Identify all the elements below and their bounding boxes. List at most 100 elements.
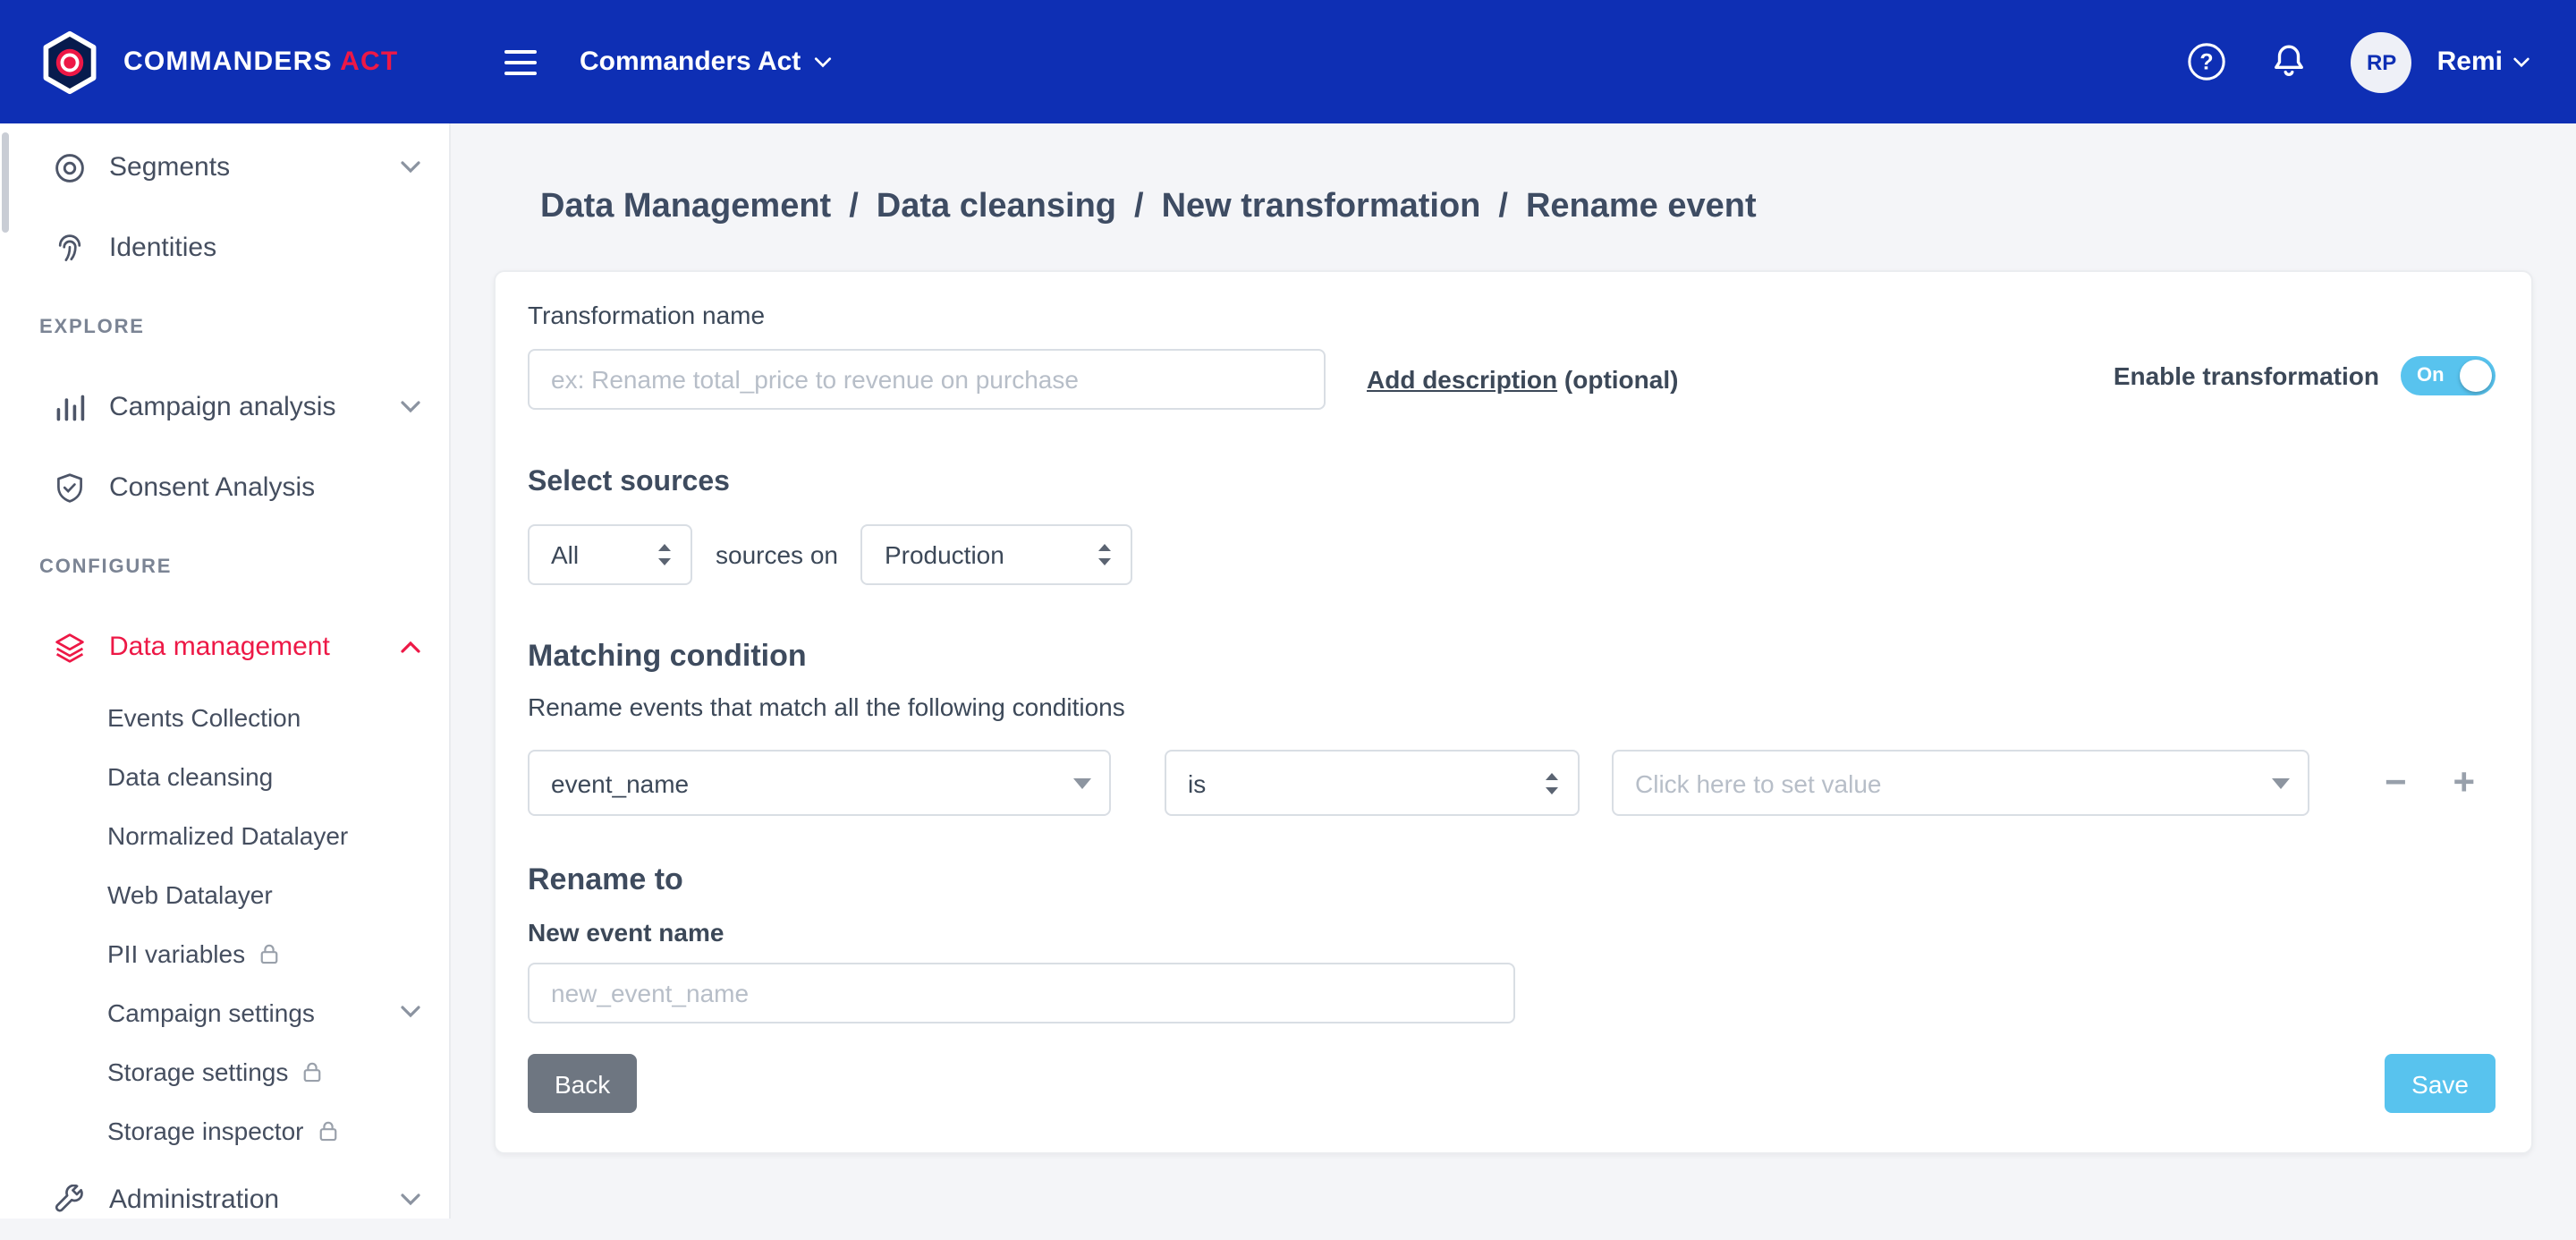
sidebar-item-campaign-analysis[interactable]: Campaign analysis <box>0 367 449 447</box>
matching-condition-heading: Matching condition <box>528 639 2496 675</box>
navbar-right: ? RP Remi <box>2187 31 2576 92</box>
sidebar-subitem-label: Web Datalayer <box>107 879 273 908</box>
user-avatar[interactable]: RP <box>2351 31 2412 92</box>
sidebar-toggle-button[interactable] <box>497 42 544 81</box>
sidebar-item-label: Data management <box>109 632 330 662</box>
sidebar-scrollbar[interactable] <box>2 132 9 233</box>
sidebar-item-label: Campaign analysis <box>109 392 335 422</box>
workspace-label: Commanders Act <box>580 47 801 77</box>
transformation-form-card: Transformation name Add description (opt… <box>494 270 2533 1154</box>
back-button[interactable]: Back <box>528 1054 637 1113</box>
wrench-icon <box>54 1184 89 1216</box>
chevron-down-icon <box>813 56 831 67</box>
sources-scope-value: All <box>551 540 579 569</box>
breadcrumb-separator: / <box>849 188 859 227</box>
sidebar-item-data-management[interactable]: Data management <box>0 607 449 687</box>
condition-row: event_name is Click here to set value − … <box>528 750 2496 816</box>
lock-icon <box>259 942 279 964</box>
breadcrumb-current-rename-event: Rename event <box>1526 188 1757 227</box>
user-menu[interactable]: Remi <box>2437 47 2529 77</box>
save-button[interactable]: Save <box>2385 1054 2496 1113</box>
main-content: Data Management / Data cleansing / New t… <box>451 123 2576 1219</box>
add-condition-button[interactable]: + <box>2453 764 2476 802</box>
sidebar-subitem-label: Normalized Datalayer <box>107 820 348 849</box>
sidebar-item-label: Segments <box>109 152 230 183</box>
sidebar-item-web-datalayer[interactable]: Web Datalayer <box>0 864 449 923</box>
lock-icon <box>318 1119 337 1141</box>
top-navbar: COMMANDERS ACT Commanders Act ? <box>0 0 2576 123</box>
sources-environment-select[interactable]: Production <box>861 524 1133 585</box>
brand-part2: ACT <box>340 47 398 77</box>
commanders-act-logo-icon <box>36 28 104 96</box>
workspace-switcher[interactable]: Commanders Act <box>580 47 831 77</box>
sidebar-subitem-label: PII variables <box>107 938 245 967</box>
new-event-name-input[interactable] <box>528 963 1515 1023</box>
chevron-up-icon <box>401 641 420 653</box>
sources-environment-value: Production <box>885 540 1004 569</box>
sources-scope-select[interactable]: All <box>528 524 692 585</box>
sources-connector-text: sources on <box>716 540 838 569</box>
chevron-down-icon <box>401 1193 420 1206</box>
sidebar-item-data-cleansing[interactable]: Data cleansing <box>0 746 449 805</box>
sidebar-subitem-label: Storage inspector <box>107 1116 303 1144</box>
condition-value-select[interactable]: Click here to set value <box>1612 750 2309 816</box>
condition-field-select[interactable]: event_name <box>528 750 1111 816</box>
name-row: Transformation name Add description (opt… <box>528 301 2496 410</box>
breadcrumb-separator: / <box>1498 188 1508 227</box>
app-root: COMMANDERS ACT Commanders Act ? <box>0 0 2576 1219</box>
bar-chart-icon <box>54 391 89 423</box>
sidebar-item-identities[interactable]: Identities <box>0 208 449 288</box>
sidebar-item-campaign-settings[interactable]: Campaign settings <box>0 982 449 1041</box>
breadcrumb: Data Management / Data cleansing / New t… <box>540 188 2576 227</box>
chevron-down-icon <box>401 161 420 174</box>
sidebar-section-explore: EXPLORE <box>0 288 449 367</box>
condition-operator-value: is <box>1188 769 1206 797</box>
notifications-bell-icon[interactable] <box>2271 43 2309 81</box>
chevron-down-icon <box>401 401 420 413</box>
shield-check-icon <box>54 471 89 504</box>
sidebar-item-label: Consent Analysis <box>109 472 315 503</box>
select-updown-icon <box>1544 770 1560 795</box>
segments-icon <box>54 151 89 183</box>
add-description-link[interactable]: Add description <box>1367 365 1557 394</box>
condition-field-value: event_name <box>551 769 689 797</box>
enable-transformation-toggle[interactable]: On <box>2401 356 2496 395</box>
sidebar-subitem-label: Storage settings <box>107 1057 288 1085</box>
sidebar-subitem-label: Events Collection <box>107 702 301 731</box>
select-updown-icon <box>657 542 673 567</box>
sidebar-item-pii-variables[interactable]: PII variables <box>0 923 449 982</box>
remove-condition-button[interactable]: − <box>2385 764 2407 802</box>
sidebar-item-administration[interactable]: Administration <box>0 1159 449 1240</box>
chevron-down-icon <box>2513 56 2529 67</box>
condition-value-placeholder: Click here to set value <box>1635 769 1881 797</box>
brand-text: COMMANDERS ACT <box>123 47 398 77</box>
brand-part1: COMMANDERS <box>123 47 333 77</box>
sidebar-subitem-label: Data cleansing <box>107 761 273 790</box>
select-updown-icon <box>1097 542 1114 567</box>
add-description: Add description (optional) <box>1367 365 1678 394</box>
rename-to-heading: Rename to <box>528 862 2496 898</box>
svg-text:?: ? <box>2200 50 2214 75</box>
condition-actions: − + <box>2385 764 2475 802</box>
transformation-name-input[interactable] <box>528 349 1326 410</box>
toggle-knob <box>2460 360 2492 392</box>
sidebar-item-events-collection[interactable]: Events Collection <box>0 687 449 746</box>
sidebar-item-consent-analysis[interactable]: Consent Analysis <box>0 447 449 528</box>
sidebar-item-storage-inspector[interactable]: Storage inspector <box>0 1100 449 1159</box>
enable-transformation: Enable transformation On <box>2114 356 2496 395</box>
sidebar-item-storage-settings[interactable]: Storage settings <box>0 1041 449 1100</box>
fingerprint-icon <box>54 232 89 264</box>
breadcrumb-new-transformation[interactable]: New transformation <box>1162 188 1481 227</box>
brand[interactable]: COMMANDERS ACT <box>0 28 451 96</box>
form-actions: Back Save <box>528 1054 2496 1113</box>
condition-operator-select[interactable]: is <box>1165 750 1580 816</box>
sidebar-subitem-label: Campaign settings <box>107 998 315 1026</box>
sidebar: Segments Identities EXPLORE Campaign ana… <box>0 123 451 1219</box>
help-icon[interactable]: ? <box>2187 41 2228 82</box>
breadcrumb-data-cleansing[interactable]: Data cleansing <box>877 188 1116 227</box>
lock-icon <box>302 1060 322 1082</box>
sidebar-item-segments[interactable]: Segments <box>0 127 449 208</box>
sidebar-item-normalized-datalayer[interactable]: Normalized Datalayer <box>0 805 449 864</box>
breadcrumb-data-management[interactable]: Data Management <box>540 188 831 227</box>
toggle-state-label: On <box>2417 365 2445 386</box>
